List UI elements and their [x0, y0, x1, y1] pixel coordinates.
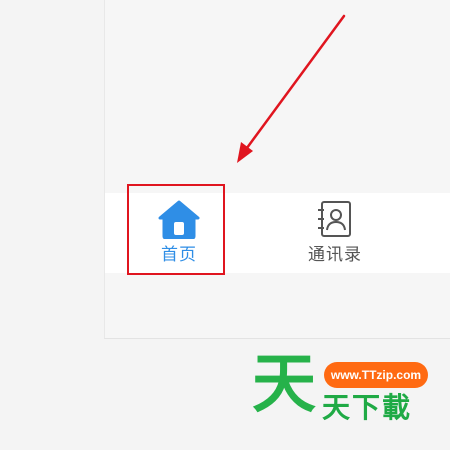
tab-contacts[interactable]: 通讯录 — [280, 193, 390, 273]
watermark-url-badge: www.TTzip.com — [324, 362, 428, 388]
tab-contacts-label: 通讯录 — [308, 245, 362, 265]
watermark-subtitle: 天下載 — [322, 391, 413, 424]
contacts-icon — [318, 201, 351, 237]
app-screen: 首页 通讯录 — [104, 0, 450, 339]
highlight-box — [127, 184, 225, 275]
watermark-big-char: 天 — [252, 348, 316, 422]
watermark-logo: 天 www.TTzip.com 天下載 — [252, 352, 442, 430]
